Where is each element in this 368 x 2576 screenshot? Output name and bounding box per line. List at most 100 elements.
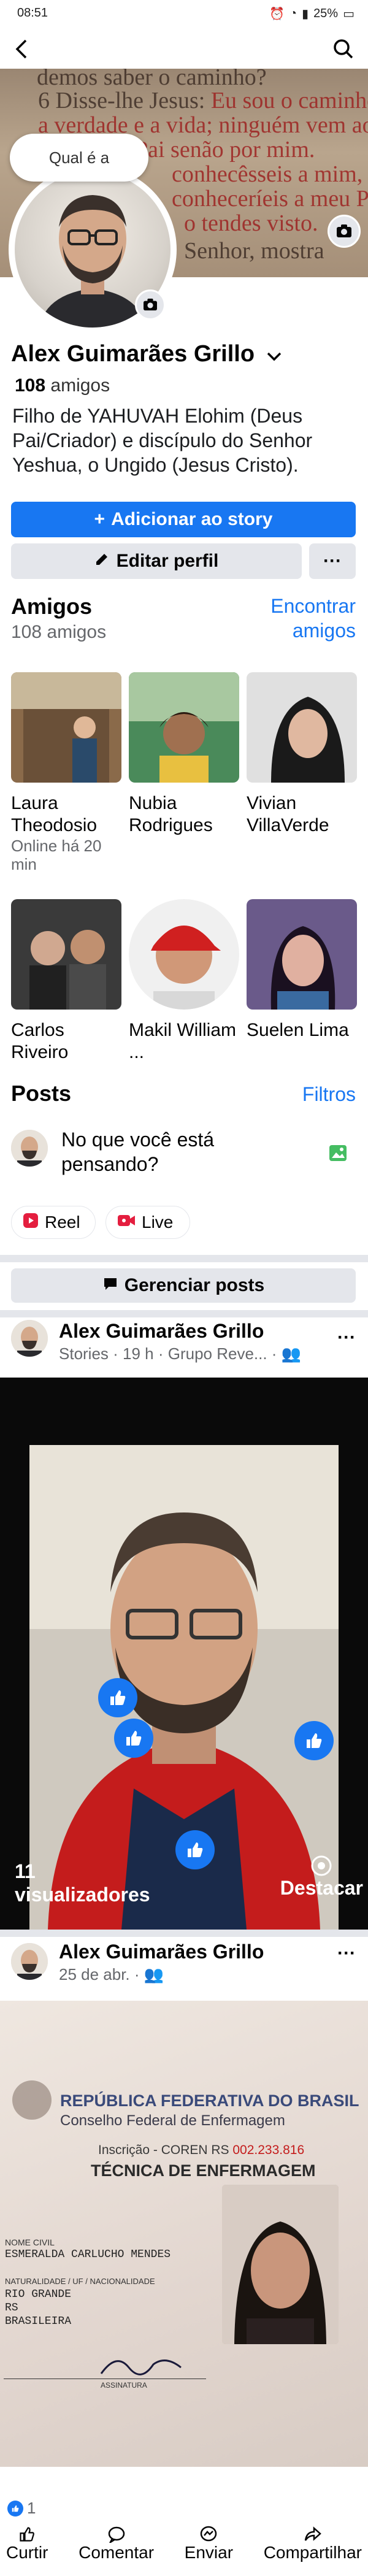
doc-signature [100, 2359, 182, 2375]
comment-manage-icon [102, 1275, 118, 1296]
friend-name: Carlos Riveiro [11, 1020, 69, 1062]
friend-card[interactable]: Nubia Rodrigues [129, 672, 239, 837]
friend-photo [129, 672, 239, 783]
friend-card[interactable]: Suelen Lima [247, 899, 357, 1041]
reaction-summary[interactable]: 1 [7, 2499, 36, 2518]
friends-section-title: Amigos [11, 594, 93, 619]
friend-card[interactable]: Makil William ... [129, 899, 239, 1064]
profile-name[interactable]: Alex Guimarães Grillo [11, 341, 282, 368]
friend-card[interactable]: Laura Theodosio Online há 20 min [11, 672, 121, 873]
send-label: Enviar [184, 2543, 234, 2562]
cover-camera-icon[interactable] [328, 215, 361, 248]
post-more-icon[interactable]: ··· [337, 1327, 356, 1348]
doc-signature-label: ASSINATURA [101, 2381, 147, 2390]
highlight-button[interactable]: Destacar [280, 1855, 363, 1899]
send-button[interactable]: Enviar [185, 2526, 233, 2575]
add-story-button[interactable]: + Adicionar ao story [11, 502, 356, 537]
doc-name: ESMERALDA CARLUCHO MENDES [5, 2248, 171, 2261]
highlight-icon [280, 1855, 363, 1877]
status-time: 08:51 [17, 6, 48, 20]
like-label: Curtir [6, 2543, 48, 2562]
messenger-icon [201, 2526, 217, 2542]
doc-photo [222, 2185, 339, 2344]
section-divider [0, 1930, 368, 1937]
manage-posts-button[interactable]: Gerenciar posts [11, 1268, 356, 1303]
friends-icon: 👥 [144, 1965, 164, 1984]
friend-photo [129, 899, 239, 1010]
section-divider [0, 1255, 368, 1262]
reel-icon [23, 1213, 39, 1233]
reel-button[interactable]: Reel [11, 1206, 96, 1239]
doc-inscricao: Inscrição - COREN RS 002.233.816 [98, 2143, 304, 2158]
battery-text: 25% [313, 7, 339, 20]
friend-name: Vivian VillaVerde [247, 793, 329, 835]
alarm-icon: ⏰ [269, 7, 285, 21]
more-icon: ··· [323, 551, 342, 571]
avatar-camera-icon[interactable] [135, 289, 166, 320]
friends-count-number: 108 [15, 375, 46, 396]
highlight-label: Destacar [280, 1877, 363, 1899]
share-button[interactable]: Compartilhar [264, 2526, 362, 2575]
live-label: Live [142, 1213, 174, 1232]
post-meta: Stories · 19 h · Grupo Reve... · 👥 [59, 1344, 301, 1363]
post-actions-bar: Curtir Comentar Enviar Compartilhar [0, 2526, 368, 2575]
post-author-name[interactable]: Alex Guimarães Grillo [59, 1941, 264, 1963]
photo-icon[interactable] [329, 1144, 347, 1165]
manage-posts-label: Gerenciar posts [124, 1275, 265, 1295]
reaction-count: 1 [27, 2499, 36, 2517]
cover-text-part: 6 Disse-lhe Jesus: [38, 88, 211, 113]
like-reaction-icon [175, 1830, 215, 1869]
section-divider [0, 1310, 368, 1317]
cover-text-line: Pai senão por mim. [135, 137, 315, 163]
friend-photo [11, 672, 121, 783]
profile-bio: Filho de YAHUVAH Elohim (Deus Pai/Criado… [12, 405, 313, 476]
composer-avatar[interactable] [11, 1130, 48, 1167]
cover-text-line: conheceríeis a meu Pai; e já desde [172, 186, 368, 212]
comment-icon [108, 2526, 125, 2543]
filters-link[interactable]: Filtros [302, 1083, 356, 1106]
back-icon[interactable] [13, 38, 31, 60]
more-options-button[interactable]: ··· [309, 543, 356, 579]
friend-photo [247, 899, 357, 1010]
share-label: Compartilhar [263, 2543, 362, 2562]
cover-text-part: Eu sou o caminho, [210, 88, 368, 113]
thought-bubble[interactable]: Qual é a [10, 134, 148, 182]
doc-nat-line: BRASILEIRA [5, 2315, 72, 2328]
friends-count[interactable]: 108 amigos [15, 375, 110, 396]
friend-photo [11, 899, 121, 1010]
post-author-avatar[interactable] [11, 1943, 48, 1980]
doc-inscricao-number: 002.233.816 [232, 2143, 305, 2157]
add-story-label: Adicionar ao story [111, 509, 273, 529]
post-more-icon[interactable]: ··· [337, 1943, 356, 1964]
chevron-down-icon[interactable] [266, 342, 282, 368]
friend-name: Makil William ... [129, 1020, 236, 1062]
like-button[interactable]: Curtir [6, 2526, 48, 2575]
post-image-document[interactable]: REPÚBLICA FEDERATIVA DO BRASIL Conselho … [0, 2001, 368, 2467]
composer-input[interactable]: No que você está pensando? [61, 1127, 307, 1176]
top-bar [0, 29, 368, 69]
comment-button[interactable]: Comentar [79, 2526, 154, 2575]
post-author-avatar[interactable] [11, 1320, 48, 1357]
search-icon[interactable] [332, 38, 355, 60]
battery-icon: ▭ [343, 7, 355, 21]
edit-profile-label: Editar perfil [116, 551, 219, 571]
group-icon: 👥 [281, 1344, 302, 1363]
friend-card[interactable]: Carlos Riveiro [11, 899, 121, 1064]
like-badge-icon [7, 2500, 23, 2517]
story-video[interactable]: 11 visualizadores Destacar [0, 1378, 368, 1930]
live-icon [117, 1213, 136, 1232]
viewers-label: visualizadores [15, 1884, 150, 1906]
friend-status: Online há 20 min [11, 837, 102, 873]
friend-card[interactable]: Vivian VillaVerde [247, 672, 357, 837]
post-meta: 25 de abr. · 👥 [59, 1965, 164, 1984]
story-viewers[interactable]: 11 visualizadores [15, 1860, 150, 1906]
pencil-icon [94, 551, 109, 572]
post-date: 25 de abr. · [59, 1965, 140, 1984]
live-button[interactable]: Live [105, 1206, 190, 1239]
friend-name: Laura Theodosio [11, 793, 98, 835]
viewers-count: 11 [15, 1860, 36, 1882]
find-friends-link[interactable]: Encontrar amigos [251, 594, 356, 643]
like-reaction-icon [114, 1719, 153, 1758]
edit-profile-button[interactable]: Editar perfil [11, 543, 302, 579]
post-author-name[interactable]: Alex Guimarães Grillo [59, 1320, 264, 1343]
